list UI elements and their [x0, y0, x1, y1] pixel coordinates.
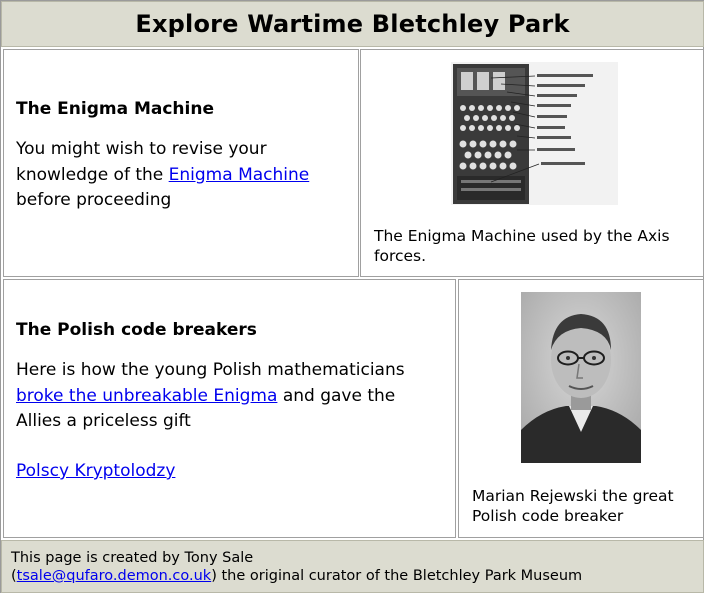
broke-enigma-link[interactable]: broke the unbreakable Enigma — [16, 386, 277, 406]
footer-line-1: This page is created by Tony Sale — [11, 550, 254, 566]
page-header: Explore Wartime Bletchley Park — [1, 1, 704, 47]
enigma-machine-link[interactable]: Enigma Machine — [169, 165, 310, 185]
author-email-link[interactable]: tsale@qufaro.demon.co.uk — [17, 568, 212, 584]
polscy-kryptolodzy-link[interactable]: Polscy Kryptolodzy — [16, 461, 175, 481]
footer-line-2: (tsale@qufaro.demon.co.uk) the original … — [11, 568, 583, 584]
enigma-machine-image — [451, 62, 618, 205]
rejewski-caption: Marian Rejewski the great Polish code br… — [472, 487, 674, 525]
enigma-heading: The Enigma Machine — [16, 99, 214, 119]
rejewski-section: Marian Rejewski the great Polish code br… — [458, 279, 704, 538]
enigma-section: The Enigma Machine You might wish to rev… — [3, 49, 359, 277]
page-title: Explore Wartime Bletchley Park — [135, 10, 570, 38]
polish-section: The Polish code breakers Here is how the… — [3, 279, 456, 538]
enigma-text-after: before proceeding — [16, 190, 172, 210]
page-footer: This page is created by Tony Sale (tsale… — [1, 540, 704, 593]
enigma-caption: The Enigma Machine used by the Axis forc… — [374, 227, 670, 265]
footer-curator-text: the original curator of the Bletchley Pa… — [221, 568, 583, 584]
rejewski-portrait-image — [521, 292, 641, 463]
polscy-line: Polscy Kryptolodzy — [16, 459, 175, 485]
polish-heading: The Polish code breakers — [16, 320, 257, 340]
enigma-paragraph: You might wish to revise your knowledge … — [16, 137, 346, 214]
polish-text-before: Here is how the young Polish mathematici… — [16, 360, 405, 380]
polish-paragraph: Here is how the young Polish mathematici… — [16, 358, 441, 435]
enigma-image-section: The Enigma Machine used by the Axis forc… — [360, 49, 704, 277]
